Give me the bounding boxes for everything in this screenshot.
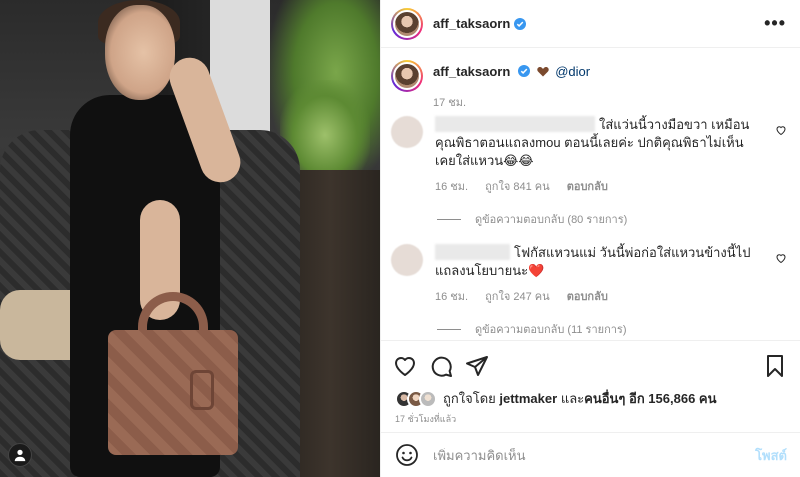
commenter-avatar[interactable] xyxy=(391,116,423,148)
avatar[interactable] xyxy=(391,7,423,40)
like-comment-heart-icon[interactable] xyxy=(775,124,787,136)
caption: aff_taksaorn @dior 17 ชม. xyxy=(381,48,800,109)
comment-time[interactable]: 16 ชม. xyxy=(435,291,468,303)
comment-time[interactable]: 16 ชม. xyxy=(435,181,468,193)
save-bookmark-icon[interactable] xyxy=(763,354,787,378)
share-send-icon[interactable] xyxy=(465,354,489,378)
comment-likes[interactable]: ถูกใจ 247 คน xyxy=(485,291,549,303)
add-comment-bar: โพสต์ xyxy=(381,432,800,477)
liker-username[interactable]: jettmaker xyxy=(499,391,557,406)
reply-button[interactable]: ตอบกลับ xyxy=(567,181,608,193)
view-replies-button[interactable]: ดูข้อความตอบกลับ (80 รายการ) xyxy=(437,210,800,228)
user-icon xyxy=(14,449,26,462)
comment: โฟกัสแหวนแม่ วันนี้พ่อก่อใส่แหวนข้างนี้ไ… xyxy=(381,244,800,306)
verified-badge-icon xyxy=(517,65,530,77)
instagram-post-view: aff_taksaorn ••• aff_taksaorn @dior 17 ช… xyxy=(0,0,800,477)
comments-list[interactable]: ใส่แว่นนี้วางมือขวา เหมือนคุณพิธาตอนแถลง… xyxy=(381,108,800,338)
likes-summary: ถูกใจโดย jettmaker และคนอื่นๆ อีก 156,86… xyxy=(395,388,717,409)
view-replies-button[interactable]: ดูข้อความตอบกลับ (11 รายการ) xyxy=(437,320,800,338)
like-comment-heart-icon[interactable] xyxy=(775,252,787,264)
post-photo[interactable] xyxy=(0,0,380,477)
liker-avatar xyxy=(419,389,437,408)
caption-avatar[interactable] xyxy=(391,60,423,92)
post-header: aff_taksaorn ••• xyxy=(381,0,800,48)
tagged-users-button[interactable] xyxy=(8,443,32,467)
likes-others-link[interactable]: คนอื่นๆ อีก 156,866 คน xyxy=(584,391,716,406)
comment: ใส่แว่นนี้วางมือขวา เหมือนคุณพิธาตอนแถลง… xyxy=(381,116,800,196)
brown-heart-icon xyxy=(536,67,549,77)
comment-likes[interactable]: ถูกใจ 841 คน xyxy=(485,181,549,193)
verified-badge-icon xyxy=(514,17,527,30)
emoji-smiley-icon[interactable] xyxy=(395,443,419,467)
caption-mention[interactable]: @dior xyxy=(555,64,590,79)
post-details-panel: aff_taksaorn ••• aff_taksaorn @dior 17 ช… xyxy=(380,0,800,477)
commenter-username-blurred xyxy=(435,244,510,260)
handbag xyxy=(108,330,238,455)
post-comment-button[interactable]: โพสต์ xyxy=(755,445,787,466)
comment-input[interactable] xyxy=(433,447,756,463)
post-actions xyxy=(381,340,800,390)
post-timestamp[interactable]: 17 ชั่วโมงที่แล้ว xyxy=(395,412,456,426)
comment-bubble-icon[interactable] xyxy=(429,354,453,378)
more-options-icon[interactable]: ••• xyxy=(764,13,786,34)
like-heart-icon[interactable] xyxy=(393,354,417,378)
commenter-username-blurred xyxy=(435,116,595,132)
caption-username[interactable]: aff_taksaorn xyxy=(433,64,510,79)
reply-button[interactable]: ตอบกลับ xyxy=(567,291,608,303)
commenter-avatar[interactable] xyxy=(391,244,423,276)
header-username[interactable]: aff_taksaorn xyxy=(433,16,510,31)
